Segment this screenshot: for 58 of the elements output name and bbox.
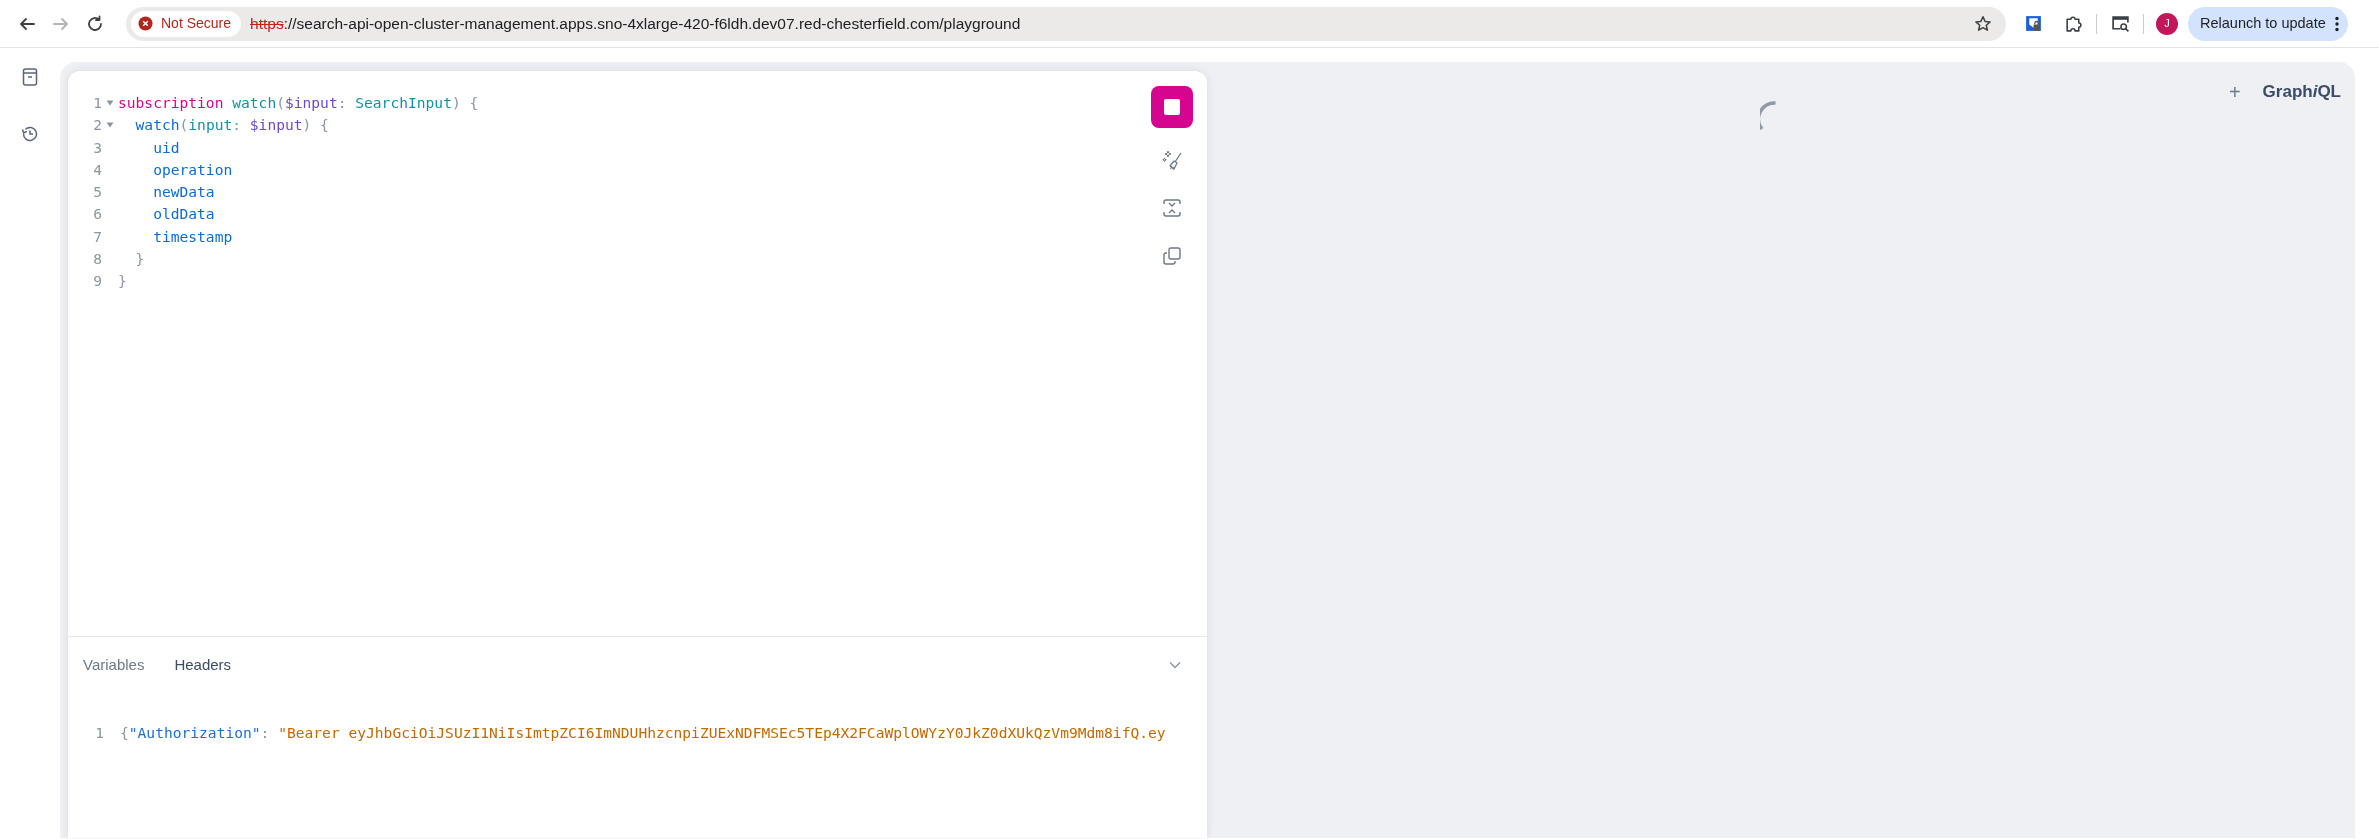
line-number: 1 [94,722,104,743]
merge-icon [1161,197,1183,219]
code-token: ) { [451,94,479,111]
code-token: $input [284,94,338,111]
code-token: ( [179,116,189,134]
code-token: : [232,116,243,134]
code-token: watch [232,94,277,111]
docs-icon [20,67,40,87]
line-number: 8 [92,249,102,270]
history-icon [20,124,40,144]
code-token: } [118,272,127,290]
code-token: operation [152,160,233,178]
stop-button[interactable] [1151,86,1193,128]
code-token: ( [276,94,285,111]
security-chip[interactable]: Not Secure [131,10,242,37]
line-number: 4 [92,159,102,180]
line-number: 6 [92,204,102,225]
editor-tab[interactable]: Variables [68,648,160,683]
line-number: 5 [92,182,102,203]
fold-icon[interactable] [106,122,114,129]
line-number: 9 [92,271,102,292]
code-token: oldData [152,205,215,223]
code-token: "Authorization" [128,723,261,741]
more-icon [2333,14,2340,33]
app-logo: GraphiQL [2262,81,2341,104]
code-token: $input [249,116,303,134]
star-icon [1974,14,1992,33]
code-token: : [337,94,348,111]
code-token: newData [152,183,215,201]
code-token: { [120,723,129,741]
copy-icon [1161,245,1183,267]
code-token: } [134,250,145,268]
error-icon [138,16,153,31]
line-number: 7 [92,226,102,247]
stop-icon [1164,99,1180,115]
fold-icon[interactable] [106,100,114,107]
code-token: : [260,723,271,741]
shield-lock-icon [2023,14,2043,33]
code-token: subscription [118,94,225,111]
line-number: 3 [92,137,102,158]
add-tab-button[interactable]: + [2222,77,2247,107]
puzzle-icon [2063,14,2083,33]
code-token: "Bearer eyJhbGciOiJSUzI1NiIsImtpZCI6ImNDUHhzcnpiZUExNDFMSEc5TEp4X2FCaWplOWYzY0JkZ0dXUkQzVm9Mdm8ifQ.ey [278,723,1166,741]
line-number: 1 [92,93,102,113]
code-token: uid [152,138,180,156]
address-bar[interactable]: Not Secure https://search-api-open-cluster-management.apps.sno-4xlarge-420-f6ldh.dev07.red-chesterfield.com/playground [126,6,2006,41]
screen-search-icon [2110,14,2130,33]
code-token: input [188,116,233,134]
code-token: watch [134,116,180,134]
code-token: timestamp [152,227,233,245]
prettify-icon [1161,149,1183,171]
code-token: SearchInput [355,94,452,111]
editor-tab[interactable]: Headers [159,648,247,683]
line-number: 2 [92,115,102,136]
reload-icon [86,14,104,33]
relaunch-button[interactable]: Relaunch to update [2188,6,2348,41]
url-text: https://search-api-open-cluster-management.apps.sno-4xlarge-420-f6ldh.dev07.red-chesterfield.com/playground [250,13,1021,34]
code-token: ) { [302,116,329,134]
